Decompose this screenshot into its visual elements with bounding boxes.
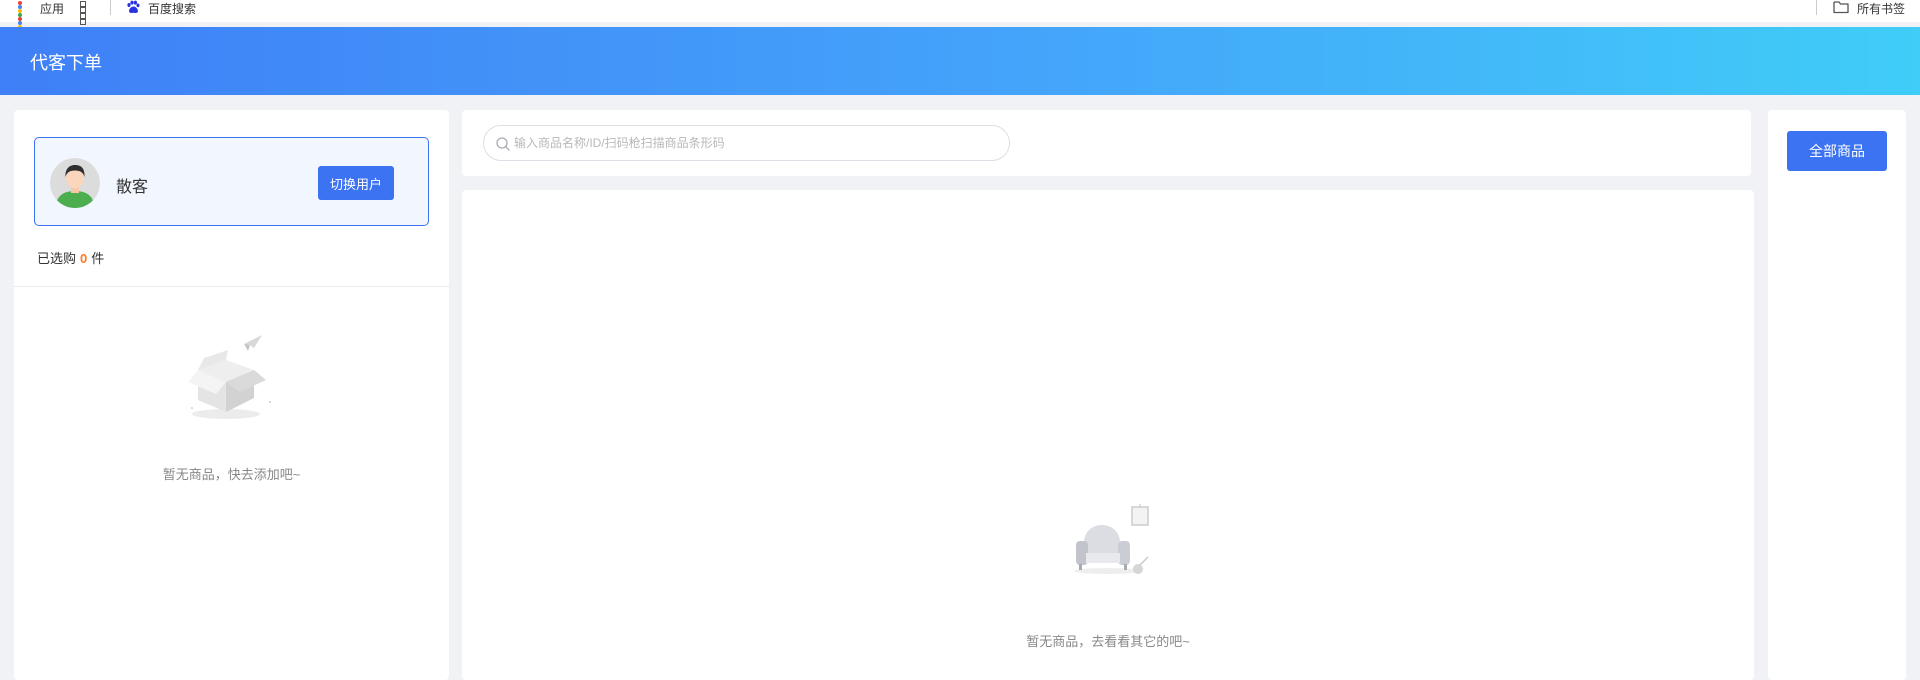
customer-name: 散客 (116, 179, 149, 196)
page-header: 代客下单 (0, 27, 1920, 95)
all-products-button[interactable]: 全部商品 (1787, 131, 1887, 171)
bookmark-all-label: 所有书签 (1857, 1, 1906, 16)
selected-suffix: 件 (91, 251, 105, 266)
cart-panel: 散客 切换用户 已选购 0 件 暂无商品，快去添加吧~ (14, 110, 449, 680)
apps-grid-icon (18, 1, 32, 37)
page-title: 代客下单 (30, 53, 102, 73)
empty-box-illustration (184, 332, 284, 424)
divider (14, 286, 449, 287)
folder-icon (1833, 0, 1849, 17)
search-input[interactable] (514, 127, 994, 159)
search-panel (462, 110, 1751, 176)
switch-user-button[interactable]: 切换用户 (318, 166, 394, 200)
bookmark-all-bookmarks[interactable]: 所有书签 (1833, 0, 1905, 16)
search-box (483, 125, 1010, 161)
bookmark-baidu-label: 百度搜索 (148, 1, 197, 16)
products-empty-text: 暂无商品，去看看其它的吧~ (1026, 634, 1190, 649)
bookmark-separator (110, 0, 111, 15)
category-panel: 全部商品 (1768, 110, 1906, 680)
bookmark-apps-label: 应用 (40, 1, 65, 16)
selected-count: 0 (80, 251, 88, 266)
bookmark-apps[interactable]: 应用 (18, 0, 65, 37)
bookmark-grid[interactable] (80, 0, 102, 25)
tab-grid-icon (80, 1, 94, 25)
avatar (50, 158, 100, 208)
selected-count-row: 已选购 0 件 (37, 248, 104, 267)
bookmarks-bar: 应用 百度搜索 所有书签 (0, 0, 1920, 37)
bookmark-baidu[interactable]: 百度搜索 (126, 0, 196, 16)
selected-prefix: 已选购 (37, 251, 77, 266)
bookmark-separator-right (1816, 0, 1817, 15)
customer-card: 散客 切换用户 (34, 137, 429, 226)
products-panel: 暂无商品，去看看其它的吧~ (462, 190, 1754, 680)
baidu-paw-icon (126, 0, 140, 17)
cart-empty-text: 暂无商品，快去添加吧~ (162, 467, 301, 482)
search-icon (495, 136, 511, 152)
empty-sofa-illustration (1070, 503, 1156, 577)
